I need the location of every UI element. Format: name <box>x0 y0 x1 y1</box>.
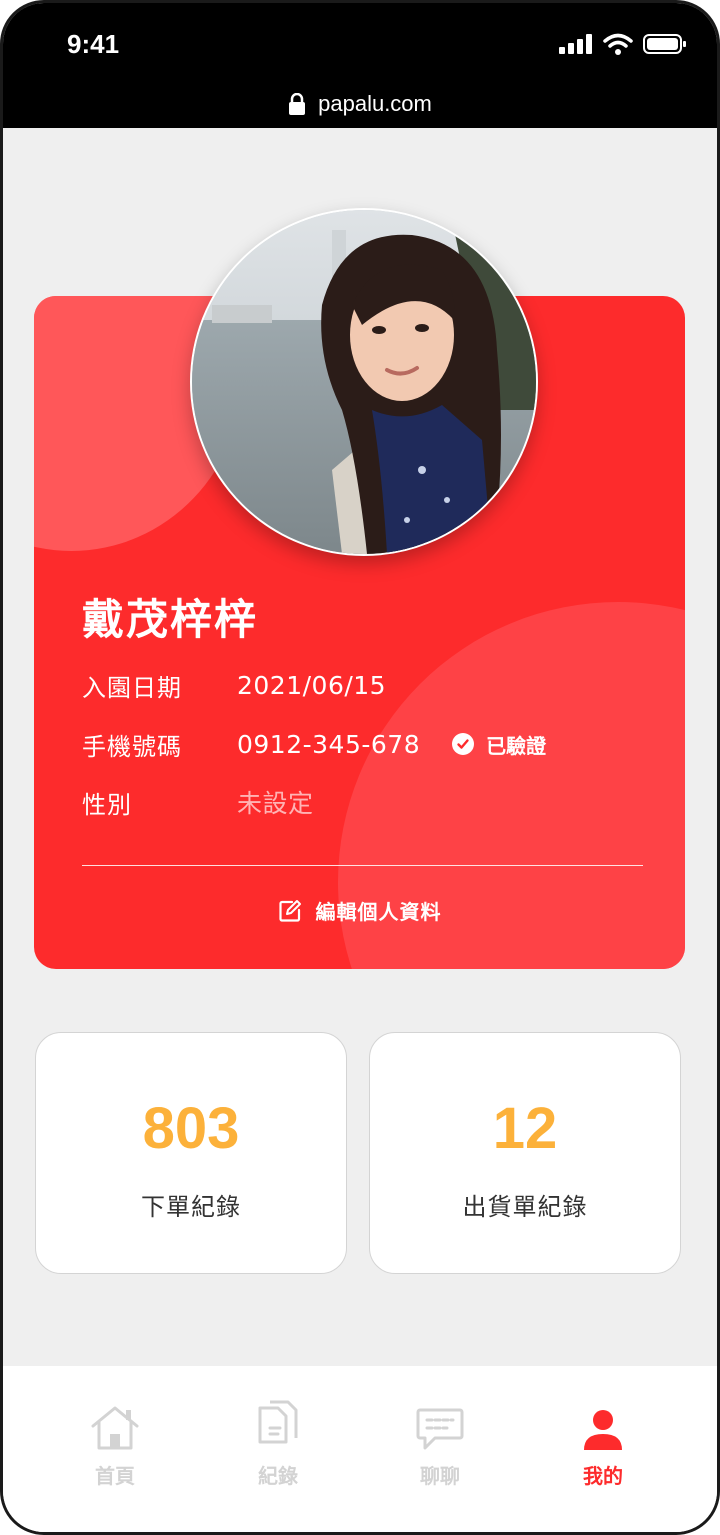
check-circle-icon <box>452 733 475 755</box>
phone-frame: 9:41 papalu.com 戴茂梓梓 入園日期 2021/06/15 手機號… <box>0 0 720 1535</box>
status-bar: 9:41 papalu.com <box>3 3 717 128</box>
join-date-value: 2021/06/15 <box>237 670 387 700</box>
order-label: 下單紀錄 <box>141 1193 241 1221</box>
lock-icon <box>289 93 306 115</box>
signal-icon <box>559 34 592 54</box>
url-text: papalu.com <box>318 91 432 116</box>
verified-label: 已驗證 <box>486 733 547 758</box>
edit-icon <box>278 899 301 922</box>
nav-label-mine: 我的 <box>583 1464 623 1488</box>
user-icon <box>584 1410 622 1450</box>
wifi-icon <box>603 33 633 55</box>
home-icon <box>91 1406 139 1450</box>
phone-row: 手機號碼 0912-345-678 已驗證 <box>82 724 546 764</box>
divider <box>82 865 643 866</box>
verified-badge: 已驗證 <box>452 730 546 759</box>
nav-label-chat: 聊聊 <box>420 1464 460 1488</box>
browser-url-bar[interactable]: papalu.com <box>3 91 717 117</box>
status-icons <box>559 33 687 55</box>
gender-label: 性別 <box>82 790 132 819</box>
bottom-nav: 首頁 紀錄 聊聊 我的 <box>3 1366 717 1532</box>
join-date-row: 入園日期 2021/06/15 <box>82 665 386 705</box>
order-history-card[interactable]: 803 下單紀錄 <box>35 1032 347 1274</box>
order-count: 803 <box>142 1096 240 1161</box>
nav-label-records: 紀錄 <box>258 1464 298 1488</box>
edit-profile-label: 編輯個人資料 <box>315 900 442 924</box>
chat-icon <box>416 1408 464 1450</box>
phone-value: 0912-345-678 <box>237 729 421 759</box>
user-name: 戴茂梓梓 <box>82 595 259 644</box>
phone-label: 手機號碼 <box>82 732 182 761</box>
gender-row: 性別 未設定 <box>82 782 314 822</box>
nav-item-mine[interactable]: 我的 <box>543 1396 663 1489</box>
nav-item-home[interactable]: 首頁 <box>55 1396 175 1489</box>
shipment-label: 出貨單紀錄 <box>462 1193 588 1221</box>
avatar[interactable] <box>190 208 538 556</box>
battery-icon <box>643 34 686 54</box>
status-time: 9:41 <box>67 29 120 59</box>
nav-item-records[interactable]: 紀錄 <box>218 1396 338 1489</box>
edit-profile-button[interactable]: 編輯個人資料 <box>34 896 685 925</box>
nav-item-chat[interactable]: 聊聊 <box>380 1396 500 1489</box>
shipment-history-card[interactable]: 12 出貨單紀錄 <box>369 1032 681 1274</box>
nav-label-home: 首頁 <box>95 1464 135 1488</box>
gender-value: 未設定 <box>237 789 314 818</box>
documents-icon <box>258 1400 298 1444</box>
join-date-label: 入園日期 <box>82 673 182 702</box>
shipment-count: 12 <box>492 1096 558 1161</box>
